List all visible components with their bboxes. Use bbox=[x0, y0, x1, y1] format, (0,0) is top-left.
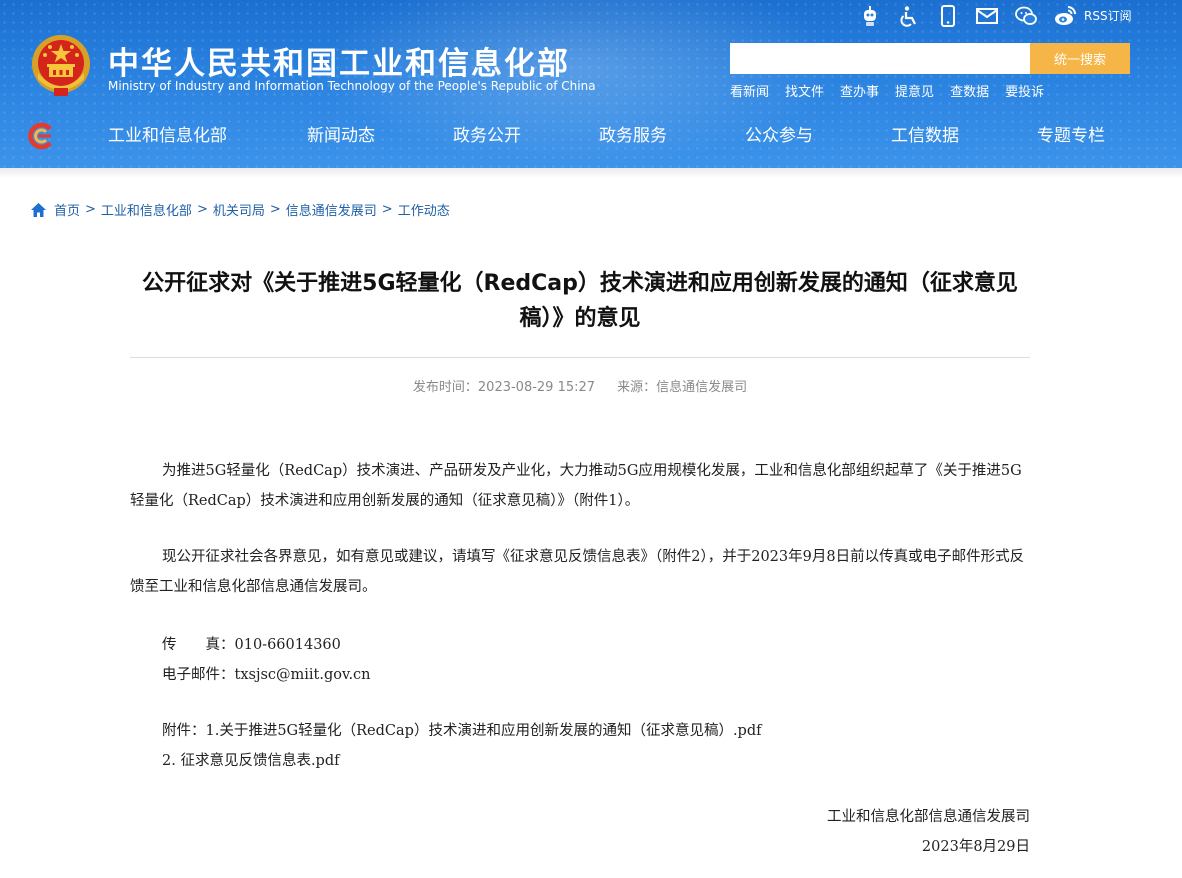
source-label: 来源： bbox=[617, 380, 656, 395]
signature-department: 工业和信息化部信息通信发展司 bbox=[130, 802, 1030, 832]
attachment-1-link[interactable]: 附件：1.关于推进5G轻量化（RedCap）技术演进和应用创新发展的通知（征求意… bbox=[130, 716, 1030, 746]
email-line: 电子邮件：txsjsc@miit.gov.cn bbox=[130, 660, 1030, 690]
quick-link-services[interactable]: 查办事 bbox=[840, 81, 879, 100]
toolbar-icons bbox=[856, 3, 1090, 29]
search-button[interactable]: 统一搜索 bbox=[1030, 43, 1130, 74]
breadcrumb-separator: > bbox=[382, 202, 393, 217]
breadcrumb-separator: > bbox=[197, 202, 208, 217]
nav-public-participation[interactable]: 公众参与 bbox=[745, 122, 813, 150]
quick-link-complaint[interactable]: 要投诉 bbox=[1005, 81, 1044, 100]
weibo-icon[interactable] bbox=[1051, 3, 1079, 29]
article-title: 公开征求对《关于推进5G轻量化（RedCap）技术演进和应用创新发展的通知（征求… bbox=[130, 266, 1030, 336]
mail-icon[interactable] bbox=[973, 3, 1001, 29]
quick-link-feedback[interactable]: 提意见 bbox=[895, 81, 934, 100]
article-meta: 发布时间：2023-08-29 15:27 来源：信息通信发展司 bbox=[130, 376, 1030, 395]
published-label: 发布时间： bbox=[413, 380, 478, 395]
quick-link-news[interactable]: 看新闻 bbox=[730, 81, 769, 100]
source-value: 信息通信发展司 bbox=[656, 380, 747, 395]
mobile-icon[interactable] bbox=[934, 3, 962, 29]
fax-line: 传 真：010-66014360 bbox=[130, 630, 1030, 660]
paragraph-text: 现公开征求社会各界意见，如有意见或建议，请填写《征求意见反馈信息表》（附件2），… bbox=[130, 542, 1030, 602]
accessibility-icon[interactable] bbox=[895, 3, 923, 29]
site-subtitle: Ministry of Industry and Information Tec… bbox=[108, 79, 596, 93]
site-header: 中华人民共和国工业和信息化部 Ministry of Industry and … bbox=[0, 0, 1182, 168]
nav-gov-affairs[interactable]: 政务公开 bbox=[453, 122, 521, 150]
attachment-2-link[interactable]: 2. 征求意见反馈信息表.pdf bbox=[130, 746, 1030, 776]
contact-info: 传 真：010-66014360 电子邮件：txsjsc@miit.gov.cn bbox=[130, 630, 1030, 690]
signature-block: 工业和信息化部信息通信发展司 2023年8月29日 bbox=[130, 802, 1030, 862]
article-paragraph-2: 现公开征求社会各界意见，如有意见或建议，请填写《征求意见反馈信息表》（附件2），… bbox=[130, 542, 1030, 602]
wechat-icon[interactable] bbox=[1012, 3, 1040, 29]
breadcrumb-miit[interactable]: 工业和信息化部 bbox=[101, 200, 192, 219]
nav-miit[interactable]: 工业和信息化部 bbox=[108, 122, 227, 150]
published-time: 2023-08-29 15:27 bbox=[478, 380, 595, 395]
nav-gov-services[interactable]: 政务服务 bbox=[599, 122, 667, 150]
breadcrumb: 首页 > 工业和信息化部 > 机关司局 > 信息通信发展司 > 工作动态 bbox=[30, 200, 450, 219]
main-nav: 工业和信息化部 新闻动态 政务公开 政务服务 公众参与 工信数据 专题专栏 bbox=[0, 122, 1182, 150]
quick-link-data[interactable]: 查数据 bbox=[950, 81, 989, 100]
breadcrumb-separator: > bbox=[270, 202, 281, 217]
title-divider bbox=[130, 357, 1030, 358]
article-paragraph-1: 为推进5G轻量化（RedCap）技术演进、产品研发及产业化，大力推动5G应用规模… bbox=[130, 456, 1030, 516]
breadcrumb-home[interactable]: 首页 bbox=[54, 200, 80, 219]
paragraph-text: 为推进5G轻量化（RedCap）技术演进、产品研发及产业化，大力推动5G应用规模… bbox=[130, 456, 1030, 516]
signature-date: 2023年8月29日 bbox=[130, 832, 1030, 862]
breadcrumb-separator: > bbox=[85, 202, 96, 217]
robot-icon[interactable] bbox=[856, 3, 884, 29]
national-emblem-icon[interactable] bbox=[30, 33, 92, 97]
rss-link[interactable]: RSS订阅 bbox=[1084, 7, 1132, 24]
breadcrumb-ict-department[interactable]: 信息通信发展司 bbox=[286, 200, 377, 219]
site-title: 中华人民共和国工业和信息化部 bbox=[108, 38, 570, 83]
nav-news[interactable]: 新闻动态 bbox=[307, 122, 375, 150]
breadcrumb-departments[interactable]: 机关司局 bbox=[213, 200, 265, 219]
header-shadow bbox=[0, 168, 1182, 178]
nav-data[interactable]: 工信数据 bbox=[891, 122, 959, 150]
quick-links: 看新闻 找文件 查办事 提意见 查数据 要投诉 bbox=[730, 81, 1060, 100]
attachments: 附件：1.关于推进5G轻量化（RedCap）技术演进和应用创新发展的通知（征求意… bbox=[130, 716, 1030, 776]
nav-topics[interactable]: 专题专栏 bbox=[1037, 122, 1105, 150]
home-icon[interactable] bbox=[30, 202, 47, 218]
quick-link-documents[interactable]: 找文件 bbox=[785, 81, 824, 100]
breadcrumb-work-news[interactable]: 工作动态 bbox=[398, 200, 450, 219]
search-input[interactable] bbox=[730, 43, 1030, 74]
